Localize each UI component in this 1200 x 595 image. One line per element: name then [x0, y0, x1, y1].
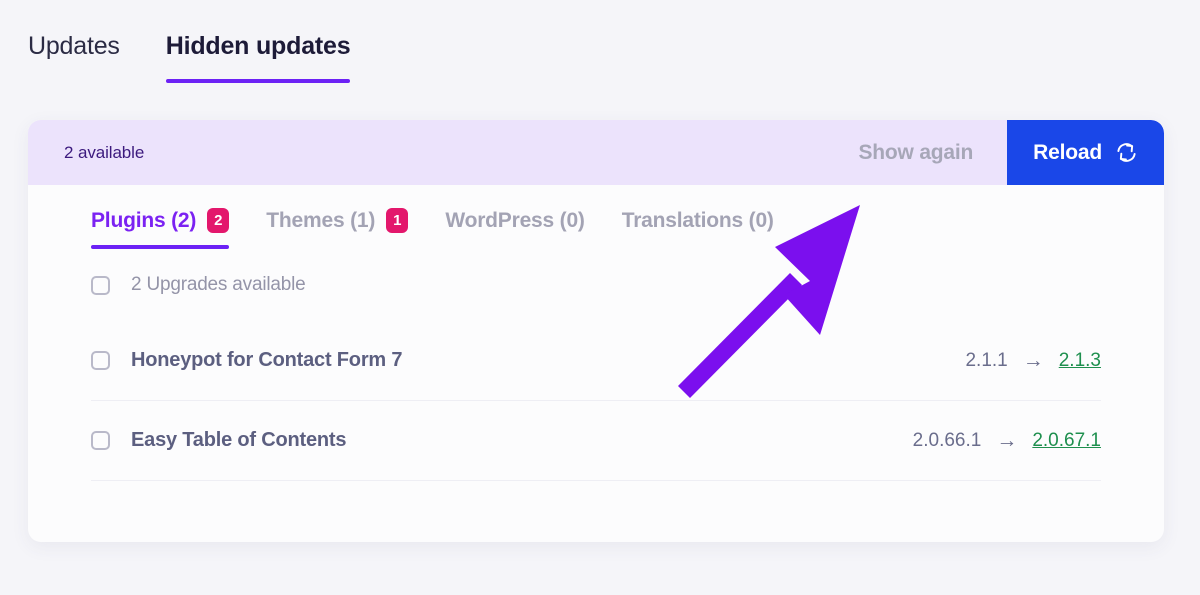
arrow-right-icon: → [996, 429, 1018, 452]
row-checkbox[interactable] [91, 351, 110, 370]
tab-plugins-badge: 2 [207, 208, 230, 233]
page-tab-updates[interactable]: Updates [28, 32, 120, 83]
available-count-label: 2 available [64, 142, 145, 162]
plugin-name: Easy Table of Contents [131, 429, 347, 451]
reload-button[interactable]: Reload [1007, 120, 1164, 185]
tab-translations[interactable]: Translations (0) [622, 209, 774, 249]
arrow-right-icon: → [1022, 349, 1044, 372]
new-version-link[interactable]: 2.0.67.1 [1032, 430, 1101, 452]
tab-themes-label: Themes (1) [266, 208, 376, 232]
tab-plugins[interactable]: Plugins (2) 2 [91, 208, 230, 249]
current-version: 2.1.1 [965, 349, 1008, 371]
upgrades-available-label: 2 Upgrades available [131, 274, 306, 295]
show-again-label: Show again [858, 140, 974, 164]
plugin-name: Honeypot for Contact Form 7 [131, 349, 403, 371]
current-version: 2.0.66.1 [912, 429, 982, 451]
card-header-actions: Show again Reload [858, 120, 1164, 185]
page-tab-bar: Updates Hidden updates [0, 0, 1200, 100]
tab-wordpress[interactable]: WordPress (0) [445, 209, 585, 249]
row-checkbox[interactable] [91, 431, 110, 450]
update-type-tabs: Plugins (2) 2 Themes (1) 1 WordPress (0)… [28, 185, 1164, 249]
tab-themes-badge: 1 [386, 208, 409, 233]
page-tab-updates-label: Updates [28, 32, 120, 60]
page-tab-hidden-updates-label: Hidden updates [165, 32, 351, 60]
tab-plugins-label: Plugins (2) [91, 208, 197, 232]
select-all-row: 2 Upgrades available [91, 249, 1101, 321]
tab-wordpress-label: WordPress (0) [445, 209, 585, 232]
card-header-bar: 2 available Show again Reload [28, 120, 1164, 185]
show-again-button[interactable]: Show again [858, 120, 1007, 185]
version-change: 2.0.66.1 → 2.0.67.1 [913, 430, 1101, 452]
refresh-icon [1115, 141, 1138, 164]
table-row: Easy Table of Contents 2.0.66.1 → 2.0.67… [91, 401, 1101, 481]
tab-themes[interactable]: Themes (1) 1 [266, 208, 409, 249]
tab-translations-label: Translations (0) [621, 209, 774, 232]
reload-label: Reload [1033, 140, 1102, 164]
version-change: 2.1.1 → 2.1.3 [965, 350, 1101, 372]
updates-card: 2 available Show again Reload Plugins (2… [28, 120, 1164, 542]
page-tab-hidden-updates[interactable]: Hidden updates [165, 32, 351, 83]
updates-list: 2 Upgrades available Honeypot for Contac… [28, 249, 1164, 481]
select-all-checkbox[interactable] [91, 275, 110, 295]
table-row: Honeypot for Contact Form 7 2.1.1 → 2.1.… [91, 321, 1101, 401]
new-version-link[interactable]: 2.1.3 [1059, 350, 1101, 372]
